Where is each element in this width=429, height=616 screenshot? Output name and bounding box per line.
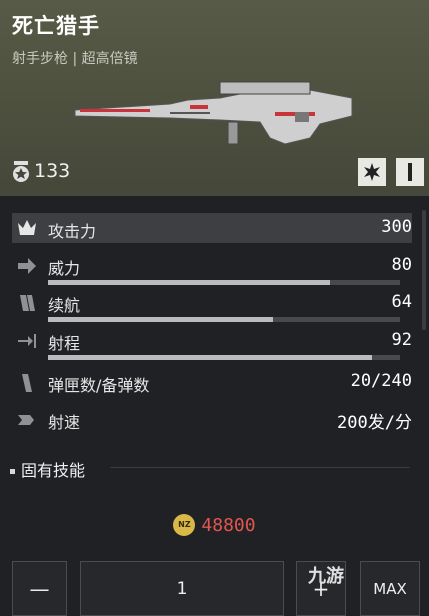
speed-icon bbox=[18, 415, 34, 425]
fire-mode-button[interactable] bbox=[396, 158, 424, 186]
burst-icon bbox=[364, 163, 380, 181]
price: NZ 48800 bbox=[0, 514, 429, 536]
decrease-quantity-button[interactable]: — bbox=[12, 561, 67, 616]
level-icon bbox=[13, 161, 29, 182]
stat-label: 射速 bbox=[48, 413, 81, 432]
stat-label: 射程 bbox=[48, 334, 81, 353]
watermark-logo: 九游 bbox=[308, 566, 344, 587]
bullet-icon bbox=[10, 469, 15, 474]
stat-label: 续航 bbox=[48, 296, 81, 315]
magazine-icon bbox=[20, 295, 35, 311]
stat-value: 200发/分 bbox=[337, 413, 412, 433]
skills-title-text: 固有技能 bbox=[21, 461, 86, 480]
stat-label: 威力 bbox=[48, 259, 81, 278]
single-fire-icon bbox=[408, 163, 412, 181]
weapon-header: 死亡猎手 射手步枪 | 超高倍镜 133 bbox=[0, 0, 429, 196]
divider bbox=[110, 467, 410, 468]
stat-value: 64 bbox=[391, 292, 412, 312]
max-quantity-button[interactable]: MAX bbox=[360, 561, 420, 616]
level-value: 133 bbox=[34, 160, 71, 182]
quantity-input[interactable]: 1 bbox=[80, 561, 284, 616]
crown-icon bbox=[18, 220, 36, 235]
attachment-button[interactable] bbox=[358, 158, 386, 186]
ammo-icon bbox=[22, 374, 32, 392]
endurance-bar bbox=[48, 317, 400, 322]
skills-heading: 固有技能 bbox=[10, 457, 85, 481]
scrollbar[interactable] bbox=[422, 210, 426, 330]
stat-value: 80 bbox=[391, 255, 412, 275]
weapon-subtitle: 射手步枪 | 超高倍镜 bbox=[12, 51, 138, 67]
stat-attack: 攻击力 300 bbox=[12, 213, 412, 243]
stat-value: 20/240 bbox=[350, 371, 412, 391]
price-value: 48800 bbox=[201, 514, 256, 536]
stat-value: 92 bbox=[391, 330, 412, 350]
sniper-rifle-image bbox=[74, 81, 353, 145]
stat-label: 弹匣数/备弹数 bbox=[48, 376, 150, 395]
arrow-right-icon bbox=[18, 258, 36, 274]
power-bar bbox=[48, 280, 400, 285]
stat-value: 300 bbox=[381, 217, 412, 237]
weapon-title: 死亡猎手 bbox=[12, 14, 100, 38]
nz-coin-icon: NZ bbox=[173, 514, 196, 536]
range-icon bbox=[18, 334, 36, 348]
range-bar bbox=[48, 355, 400, 360]
stat-label: 攻击力 bbox=[48, 222, 97, 241]
